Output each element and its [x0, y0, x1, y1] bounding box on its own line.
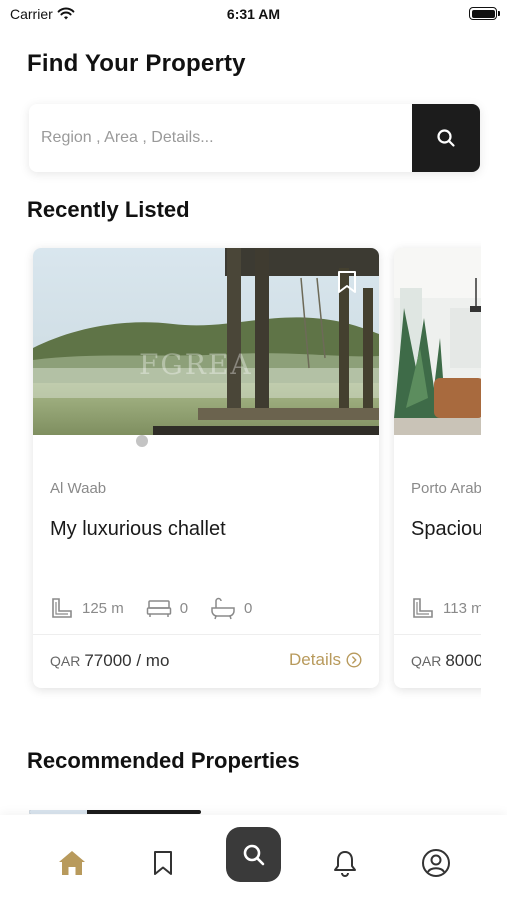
property-image: FGREA: [33, 248, 379, 435]
tab-home[interactable]: [52, 843, 92, 883]
property-features: 125 m 0 0: [50, 596, 252, 620]
area-icon: [413, 598, 433, 618]
search-bar: [29, 104, 480, 172]
bedrooms-value: 0: [179, 599, 189, 617]
home-icon: [59, 851, 85, 875]
property-image: [394, 248, 481, 435]
card-divider: [394, 634, 481, 635]
property-card[interactable]: FGREA Al Waab My luxurious challet 125 m: [33, 248, 379, 688]
carousel-dot: [136, 435, 148, 447]
feature-bedrooms: 0: [146, 598, 188, 618]
search-input[interactable]: [41, 104, 401, 172]
battery-icon: [469, 7, 500, 20]
price-currency: QAR: [411, 653, 442, 669]
bathtub-icon: [211, 597, 235, 620]
area-value: 125 m: [82, 599, 124, 617]
status-bar: Carrier 6:31 AM: [0, 0, 507, 30]
feature-bathrooms: 0: [210, 596, 252, 620]
price-value: 8000 / mo: [445, 651, 481, 670]
property-location: Porto Arabia: [411, 480, 481, 497]
recommended-preview: [29, 810, 201, 814]
tab-search[interactable]: [226, 827, 281, 882]
search-icon: [243, 844, 264, 865]
property-price: QAR8000 / mo: [411, 651, 481, 671]
recently-listed-title: Recently Listed: [27, 197, 190, 222]
bookmark-icon: [154, 851, 172, 875]
property-price: QAR 77000 / mo: [50, 651, 169, 671]
bed-icon: [146, 600, 171, 617]
feature-area: 113 m: [411, 596, 481, 620]
status-time: 6:31 AM: [226, 6, 281, 22]
bell-icon: [334, 851, 356, 877]
tab-notifications[interactable]: [325, 843, 365, 883]
search-icon: [437, 129, 455, 147]
feature-area: 125 m: [50, 596, 124, 620]
bathrooms-value: 0: [244, 599, 253, 617]
card-divider: [33, 634, 379, 635]
details-link[interactable]: Details: [289, 650, 362, 670]
property-location: Al Waab: [50, 480, 107, 497]
area-value: 113 m: [443, 599, 481, 617]
chevron-right-circle-icon: [346, 652, 362, 668]
recommended-title: Recommended Properties: [27, 748, 300, 773]
profile-icon: [422, 849, 450, 877]
property-title: My luxurious challet: [50, 518, 226, 540]
tab-profile[interactable]: [416, 843, 456, 883]
price-value: 77000 / mo: [84, 651, 170, 670]
property-card[interactable]: Porto Arabia Spacious Apartment 113 m QA…: [394, 248, 481, 688]
bookmark-icon: [338, 271, 356, 293]
page-title: Find Your Property: [27, 50, 246, 77]
bookmark-button[interactable]: [337, 270, 357, 299]
recently-listed-carousel[interactable]: FGREA Al Waab My luxurious challet 125 m: [0, 240, 481, 700]
tab-saved[interactable]: [143, 843, 183, 883]
details-label: Details: [289, 650, 341, 669]
property-features: 113 m: [411, 596, 481, 620]
bottom-tab-bar: [0, 815, 507, 900]
property-title: Spacious Apartment: [411, 518, 481, 540]
image-watermark: FGREA: [139, 348, 253, 381]
search-button[interactable]: [412, 104, 480, 172]
price-currency: QAR: [50, 653, 81, 669]
area-icon: [52, 598, 72, 618]
